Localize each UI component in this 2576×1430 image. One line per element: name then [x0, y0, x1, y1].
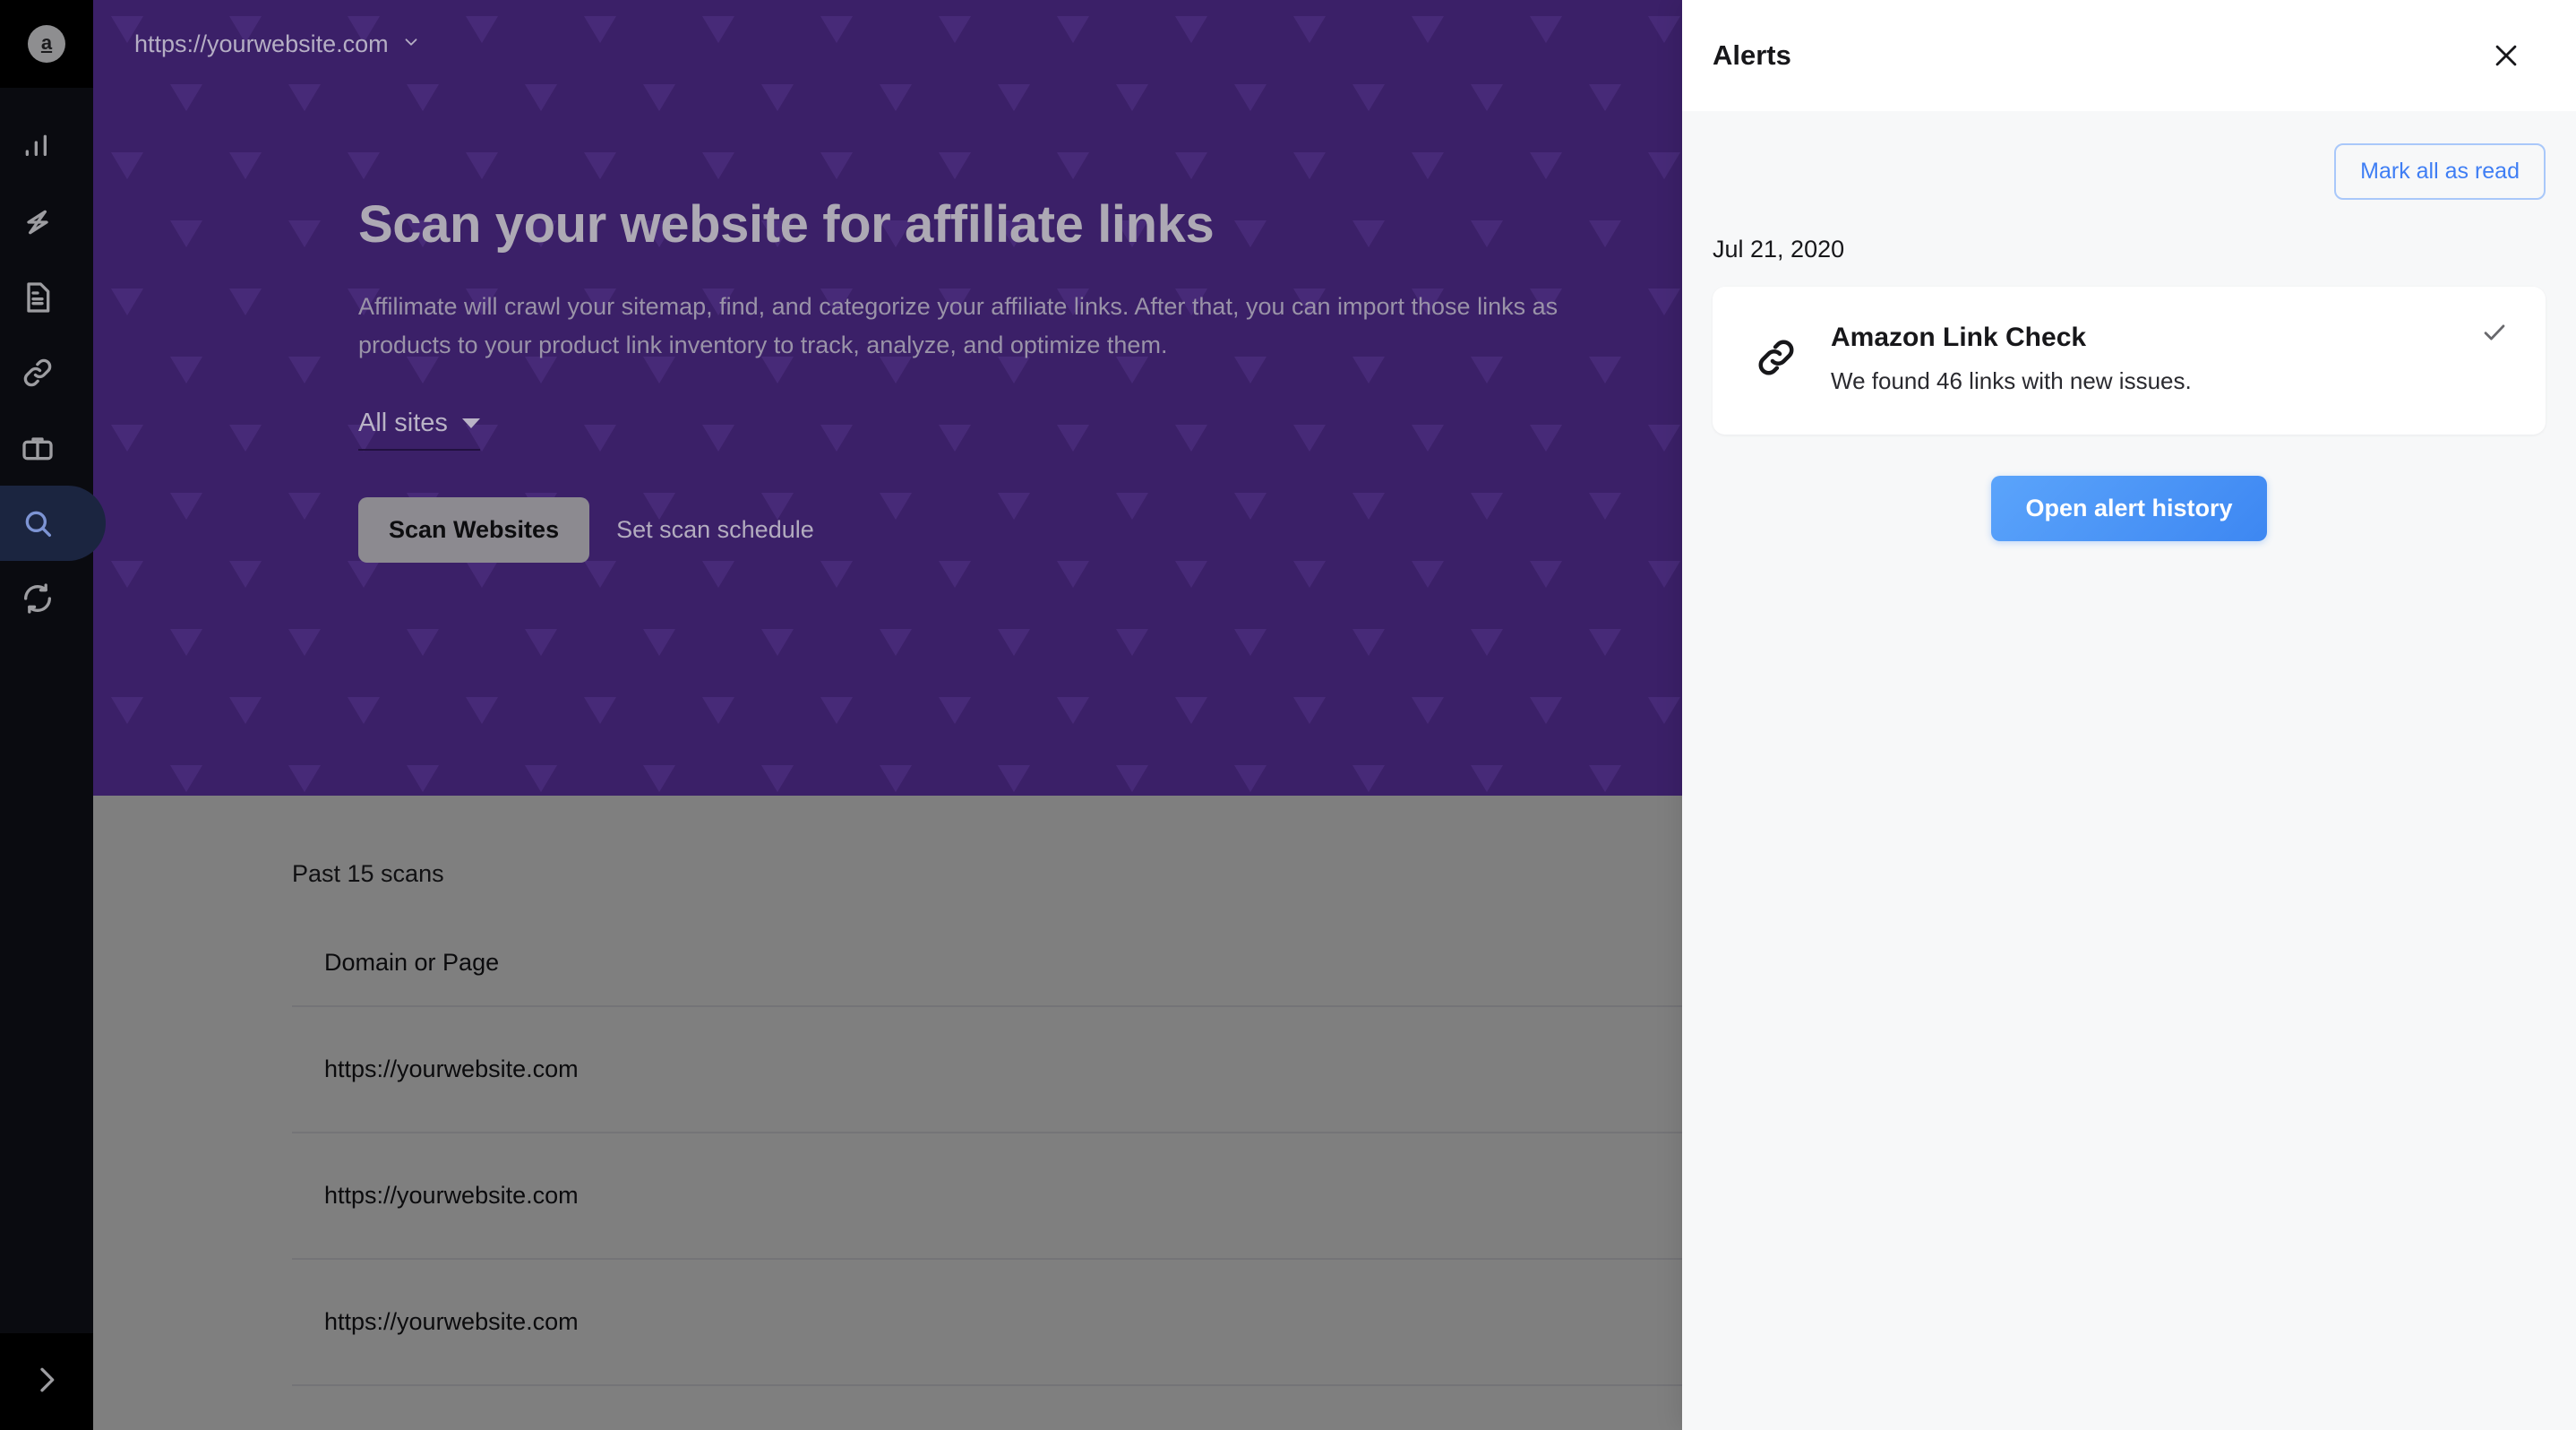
refresh-icon [20, 581, 56, 616]
hero-description: Affilimate will crawl your sitemap, find… [358, 292, 1558, 359]
check-icon[interactable] [2479, 317, 2510, 352]
sidebar-item-analytics[interactable] [0, 109, 93, 185]
app-root: a https://yourwebsite.com Scan your webs… [0, 0, 2576, 1430]
search-icon [20, 505, 56, 541]
alerts-panel-body: Mark all as read Jul 21, 2020 Amazon Lin… [1682, 111, 2576, 1430]
bar-chart-icon [20, 129, 56, 165]
sidebar-item-portfolio[interactable] [0, 410, 93, 486]
alert-description: We found 46 links with new issues. [1831, 367, 2192, 394]
sidebar-logo[interactable]: a [0, 0, 93, 88]
sidebar-item-sync[interactable] [0, 561, 93, 636]
alert-title: Amazon Link Check [1831, 323, 2087, 352]
alert-date-group: Jul 21, 2020 [1713, 236, 1845, 263]
caret-down-icon [461, 418, 480, 429]
sidebar-item-links[interactable] [0, 335, 93, 410]
alert-text-block: Amazon Link Check We found 46 links with… [1831, 323, 2506, 395]
sidebar-item-automation[interactable] [0, 185, 93, 260]
document-icon [20, 280, 56, 315]
hero-content: Scan your website for affiliate links Af… [358, 195, 1702, 564]
chevron-right-icon [29, 1362, 64, 1402]
link-icon [1752, 323, 1800, 395]
logo-avatar: a [28, 25, 65, 63]
open-alert-history-button[interactable]: Open alert history [1991, 476, 2267, 541]
sidebar: a [0, 0, 106, 1430]
alert-history-row: Open alert history [1713, 476, 2546, 541]
link-icon [20, 355, 56, 391]
alerts-panel-header: Alerts [1682, 0, 2576, 111]
briefcase-icon [20, 430, 56, 466]
site-selector[interactable]: https://yourwebsite.com [134, 30, 421, 58]
set-scan-schedule-link[interactable]: Set scan schedule [616, 516, 814, 544]
sidebar-item-scan[interactable] [0, 486, 106, 561]
scan-websites-button[interactable]: Scan Websites [358, 497, 590, 564]
alert-card[interactable]: Amazon Link Check We found 46 links with… [1713, 287, 2546, 435]
mark-all-as-read-button[interactable]: Mark all as read [2334, 143, 2546, 200]
alerts-panel-title: Alerts [1713, 39, 1791, 71]
sidebar-item-reports[interactable] [0, 260, 93, 335]
sidebar-nav-list [0, 109, 106, 636]
site-selector-label: https://yourwebsite.com [134, 30, 389, 57]
close-icon[interactable] [2486, 36, 2526, 75]
mark-all-read-row: Mark all as read [1713, 143, 2546, 200]
hero-actions: Scan Websites Set scan schedule [358, 497, 1702, 564]
sidebar-expand-button[interactable] [0, 1333, 93, 1430]
sites-filter-dropdown[interactable]: All sites [358, 409, 480, 452]
page-title: Scan your website for affiliate links [358, 195, 1215, 254]
lightning-icon [20, 204, 56, 240]
sites-filter-label: All sites [358, 409, 448, 438]
chevron-down-icon [401, 30, 421, 58]
alerts-panel: Alerts Mark all as read Jul 21, 2020 Ama… [1682, 0, 2576, 1430]
